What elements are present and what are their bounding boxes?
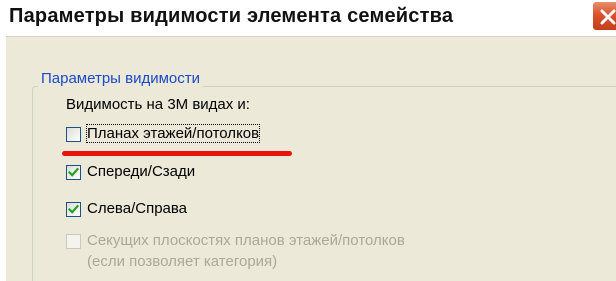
red-annotation-underline xyxy=(62,151,292,156)
front-back-label[interactable]: Спереди/Сзади xyxy=(87,163,195,180)
check-mark-icon xyxy=(68,167,79,177)
floor-ceiling-plans-label[interactable]: Планах этажей/потолков xyxy=(85,124,261,143)
title-bar[interactable]: Параметры видимости элемента семейства xyxy=(0,0,616,37)
left-right-label[interactable]: Слева/Справа xyxy=(87,200,187,217)
close-button[interactable] xyxy=(592,1,616,31)
section-planes-checkbox xyxy=(66,234,81,249)
check-mark-icon xyxy=(68,204,79,214)
front-back-checkbox[interactable] xyxy=(66,165,81,180)
section-planes-label-line1: Секущих плоскостях планов этажей/потолко… xyxy=(87,232,405,249)
window-left-edge xyxy=(0,0,6,281)
left-right-checkbox[interactable] xyxy=(66,202,81,217)
floor-ceiling-plans-checkbox[interactable] xyxy=(66,127,81,142)
groupbox-legend: Параметры видимости xyxy=(38,70,204,87)
close-icon xyxy=(600,9,616,25)
visibility-dialog: Параметры видимости элемента семейства П… xyxy=(0,0,616,281)
section-planes-label-line2: (если позволяет категория) xyxy=(87,253,278,270)
visibility-groupbox xyxy=(32,86,616,281)
visibility-prompt-label: Видимость на 3М видах и: xyxy=(66,96,250,113)
window-title: Параметры видимости элемента семейства xyxy=(9,5,454,27)
